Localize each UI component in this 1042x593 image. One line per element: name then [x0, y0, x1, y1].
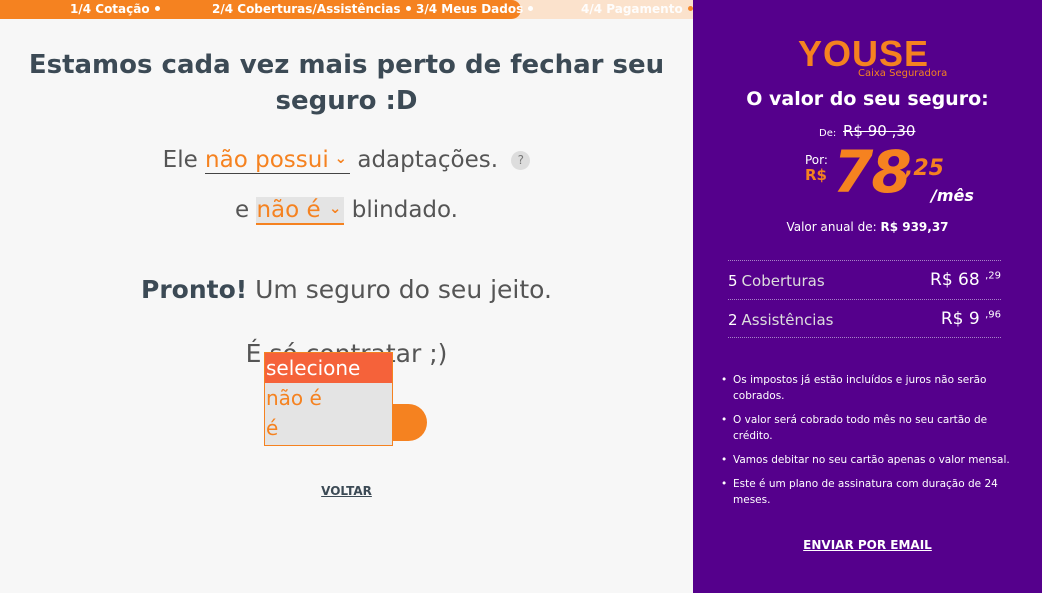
- youse-logo: YOUSE Caixa Seguradora: [798, 33, 948, 80]
- ready-message: Pronto! Um seguro do seu jeito.: [141, 275, 552, 304]
- step-cotacao[interactable]: 1/4 Cotação: [70, 2, 160, 16]
- step-dot-icon: [528, 6, 534, 11]
- per-month-label: /mês: [931, 186, 974, 205]
- armored-dropdown-list[interactable]: selecione não é é: [264, 352, 393, 446]
- price-integer: 78: [833, 138, 912, 206]
- step-pagamento: 4/4 Pagamento: [581, 2, 693, 16]
- armored-sentence: e não é ⌄ blindado.: [234, 197, 458, 225]
- chevron-down-icon: ⌄: [328, 199, 342, 217]
- step-meus-dados[interactable]: 3/4 Meus Dados: [416, 2, 534, 16]
- progress-bar: 1/4 Cotação 2/4 Coberturas/Assistências …: [0, 0, 693, 19]
- note-item: O valor será cobrado todo mês no seu car…: [721, 412, 1011, 444]
- back-link[interactable]: VOLTAR: [0, 484, 693, 498]
- sidebar-title: O valor do seu seguro:: [746, 88, 989, 110]
- chevron-down-icon: ⌄: [334, 149, 348, 167]
- step-dot-icon: [154, 6, 160, 11]
- adaptations-select[interactable]: não possui ⌄: [205, 147, 351, 174]
- step-dot-icon: [687, 6, 693, 11]
- coverage-row: 5 Coberturas R$ 68 ,29: [728, 260, 1001, 299]
- por-label: Por:: [805, 153, 828, 167]
- price-decimal: ,25: [905, 156, 944, 181]
- dropdown-option[interactable]: não é: [265, 383, 392, 413]
- note-item: Vamos debitar no seu cartão apenas o val…: [721, 452, 1011, 468]
- payment-notes: Os impostos já estão incluídos e juros n…: [721, 372, 1011, 516]
- main-panel: Estamos cada vez mais perto de fechar se…: [0, 19, 693, 593]
- help-icon[interactable]: ?: [511, 151, 531, 170]
- dropdown-option[interactable]: é: [265, 413, 392, 443]
- adaptations-sentence: Ele não possui ⌄ adaptações. ?: [0, 147, 693, 174]
- send-email-link[interactable]: ENVIAR POR EMAIL: [693, 538, 1042, 552]
- page-title: Estamos cada vez mais perto de fechar se…: [28, 50, 665, 116]
- dropdown-option[interactable]: selecione: [265, 353, 392, 383]
- currency-label: R$: [805, 166, 827, 184]
- note-item: Os impostos já estão incluídos e juros n…: [721, 372, 1011, 404]
- assistance-row: 2 Assistências R$ 9 ,96: [728, 299, 1001, 338]
- annual-value: Valor anual de: R$ 939,37: [786, 220, 949, 234]
- step-coberturas[interactable]: 2/4 Coberturas/Assistências: [212, 2, 411, 16]
- note-item: Este é um plano de assinatura com duraçã…: [721, 476, 1011, 508]
- price-sidebar: YOUSE Caixa Seguradora O valor do seu se…: [693, 0, 1042, 593]
- step-dot-icon: [405, 6, 411, 11]
- armored-select[interactable]: não é ⌄: [256, 197, 345, 225]
